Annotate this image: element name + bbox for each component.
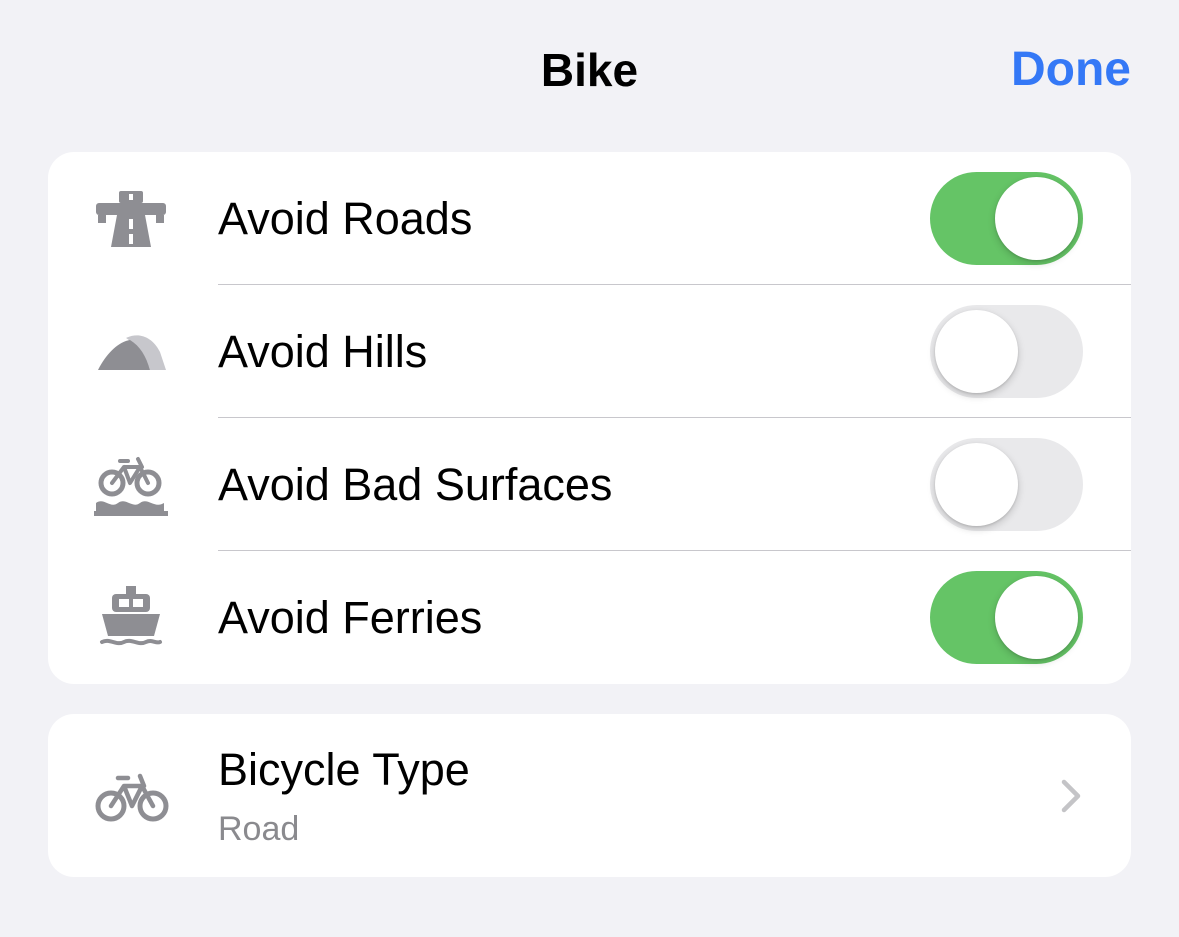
option-row-avoid-hills: Avoid Hills [48,285,1131,418]
bicycle-type-group: Bicycle Type Road [48,714,1131,877]
bicycle-type-value: Road [218,810,300,848]
option-label: Avoid Hills [218,326,428,377]
option-label: Avoid Roads [218,193,473,244]
toggle-knob [935,310,1018,393]
toggle-knob [995,576,1078,659]
option-row-avoid-roads: Avoid Roads [48,152,1131,285]
option-row-avoid-bad-surfaces: Avoid Bad Surfaces [48,418,1131,551]
avoid-hills-toggle[interactable] [930,305,1083,398]
avoid-roads-toggle[interactable] [930,172,1083,265]
toggle-knob [935,443,1018,526]
highway-icon [94,182,168,256]
bike-rough-surface-icon [94,448,168,522]
toggle-knob [995,177,1078,260]
page-title: Bike [540,44,639,96]
done-button[interactable]: Done [1011,40,1131,100]
hills-icon [94,315,168,389]
bicycle-type-title: Bicycle Type [218,744,470,795]
avoid-bad-surfaces-toggle[interactable] [930,438,1083,531]
bicycle-type-row[interactable]: Bicycle Type Road [48,714,1131,877]
option-label: Avoid Bad Surfaces [218,459,613,510]
avoid-options-group: Avoid Roads Avoid Hills Avoid Bad Surfac… [48,152,1131,684]
bicycle-icon [94,758,170,834]
ferry-icon [94,581,168,655]
avoid-ferries-toggle[interactable] [930,571,1083,664]
bike-options-sheet: Bike Done Avoid Roads Avoid Hills Avoid … [0,0,1179,937]
option-row-avoid-ferries: Avoid Ferries [48,551,1131,684]
option-label: Avoid Ferries [218,592,483,643]
chevron-right-icon [1061,779,1081,813]
